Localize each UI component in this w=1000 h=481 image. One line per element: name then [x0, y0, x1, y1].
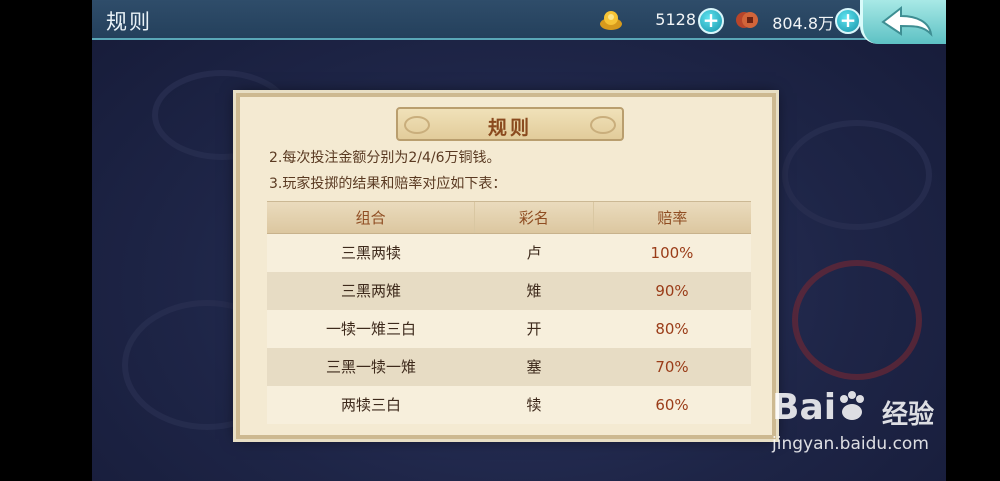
header-odds: 赔率	[657, 209, 688, 227]
combo-cell: 一犊一雉三白	[325, 320, 416, 338]
watermark-url: jingyan.baidu.com	[772, 434, 929, 454]
odds-cell: 100%	[650, 244, 694, 262]
table-row: 两犊三白 犊 60%	[267, 386, 751, 424]
lantern-ornament	[792, 260, 922, 380]
paw-icon	[840, 391, 865, 420]
back-button[interactable]	[860, 0, 946, 44]
table-row: 三黑两雉 雉 90%	[267, 272, 751, 310]
combo-cell: 三黑两犊	[340, 244, 401, 262]
odds-cell: 80%	[655, 320, 689, 338]
combo-cell: 三黑一犊一雉	[325, 358, 416, 376]
back-arrow-icon	[881, 5, 933, 37]
table-header: 组合 彩名 赔率	[267, 202, 751, 234]
gold-value: 5128	[655, 10, 696, 29]
table-row: 三黑两犊 卢 100%	[267, 234, 751, 272]
copper-coin-icon	[736, 12, 758, 28]
copper-value: 804.8万	[772, 14, 834, 33]
panel-title-plate: 规则	[396, 107, 624, 141]
page-title: 规则	[106, 10, 152, 34]
name-cell: 卢	[526, 244, 542, 262]
odds-cell: 60%	[655, 396, 689, 414]
name-cell: 塞	[526, 358, 542, 376]
add-gold-button[interactable]: +	[698, 8, 724, 34]
top-bar: 规则 5128 + 804.8万 +	[92, 0, 946, 44]
rule-line-2: 2.每次投注金额分别为2/4/6万铜钱。	[269, 150, 501, 166]
name-cell: 开	[526, 320, 542, 338]
header-combo: 组合	[355, 209, 386, 227]
odds-cell: 90%	[655, 282, 689, 300]
rule-line-3: 3.玩家投掷的结果和赔率对应如下表：	[269, 176, 507, 192]
watermark-brand: Bai	[772, 387, 868, 428]
rules-panel: 规则 2.每次投注金额分别为2/4/6万铜钱。 3.玩家投掷的结果和赔率对应如下…	[236, 93, 776, 439]
combo-cell: 三黑两雉	[340, 282, 401, 300]
table-row: 三黑一犊一雉 塞 70%	[267, 348, 751, 386]
name-cell: 雉	[526, 282, 542, 300]
gold-ingot-icon	[600, 11, 622, 30]
name-cell: 犊	[526, 396, 542, 414]
cloud-ornament	[782, 120, 932, 230]
combo-cell: 两犊三白	[340, 396, 401, 414]
table-row: 一犊一雉三白 开 80%	[267, 310, 751, 348]
baidu-watermark: Bai 经验 jingyan.baidu.com	[772, 372, 972, 472]
watermark-cn: 经验	[882, 400, 935, 430]
odds-table: 组合 彩名 赔率 三黑两犊 卢 100% 三黑两雉 雉 90% 一犊一雉三白 开…	[267, 201, 751, 424]
header-name: 彩名	[518, 209, 549, 227]
odds-cell: 70%	[655, 358, 689, 376]
panel-title: 规则	[487, 117, 532, 139]
add-copper-button[interactable]: +	[835, 8, 861, 34]
